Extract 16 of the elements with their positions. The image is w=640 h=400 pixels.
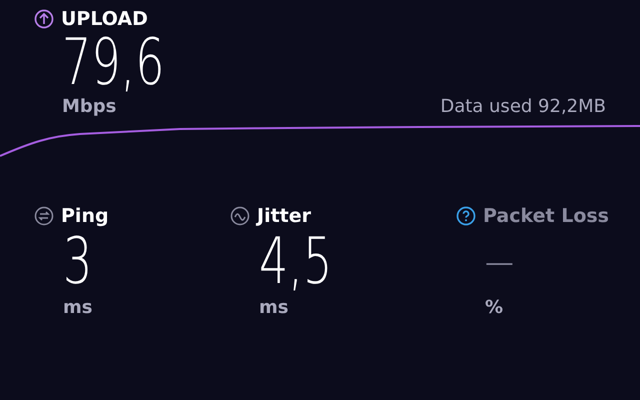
metric-unit: ms bbox=[63, 297, 94, 318]
help-icon[interactable] bbox=[456, 206, 476, 226]
metric-unit: ms bbox=[259, 297, 290, 318]
upload-speed: 79,6 bbox=[62, 30, 165, 96]
data-used: Data used 92,2MB bbox=[440, 96, 606, 117]
metric-label: Jitter bbox=[257, 205, 312, 227]
metric-label: Packet Loss bbox=[483, 205, 609, 227]
ping-icon bbox=[34, 206, 54, 226]
metric-unit: % bbox=[485, 297, 504, 318]
metric-value: 3 bbox=[63, 227, 92, 297]
metric-value: 4,5 bbox=[259, 227, 334, 297]
upload-label: UPLOAD bbox=[61, 8, 148, 30]
metric-label: Ping bbox=[61, 205, 109, 227]
metric-value: — bbox=[485, 238, 515, 287]
upload-unit: Mbps bbox=[62, 96, 118, 117]
wave-icon bbox=[230, 206, 250, 226]
